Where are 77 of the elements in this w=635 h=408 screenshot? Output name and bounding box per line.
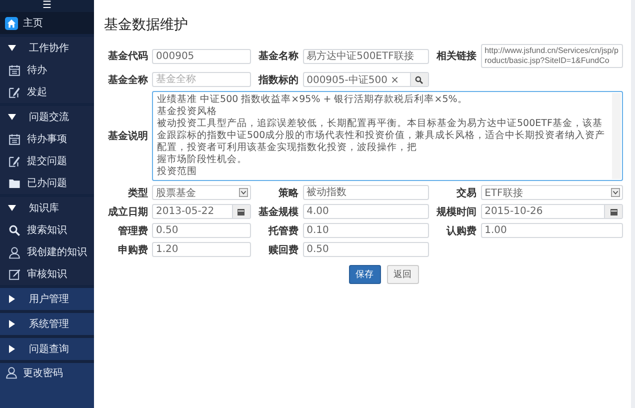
folder-icon (8, 176, 21, 190)
text-field[interactable]: http://www.jsfund.cn/Services/cn/jsp/product/basic.jsp?SiteID=1&FundCo (480, 44, 623, 68)
caret-down-icon (8, 204, 16, 212)
text-field[interactable]: 0.50 (152, 223, 251, 238)
calendar-icon (610, 208, 618, 216)
dropdown-icon (238, 188, 248, 197)
field-label: 托管费 (267, 224, 299, 238)
page-title: 基金数据维护 (104, 16, 189, 34)
field-label: 基金全称 (107, 74, 148, 86)
back-button[interactable]: 返回 (386, 265, 418, 284)
caret-down-icon (8, 113, 16, 121)
text-field[interactable]: 000905 (152, 48, 251, 64)
field-label: 赎回费 (268, 244, 299, 256)
sidebar-item[interactable]: 审核知识 (0, 263, 94, 285)
sidebar-item[interactable]: 待办事项 (0, 128, 94, 150)
search-icon (415, 76, 424, 84)
sidebar-item[interactable]: 搜索知识 (0, 219, 94, 241)
field-label: 类型 (127, 186, 148, 200)
field-label: 指数标的 (257, 74, 299, 86)
search-icon (8, 224, 21, 236)
calendar-icon (8, 132, 21, 146)
text-field[interactable]: 1.00 (480, 223, 623, 238)
sidebar-item[interactable]: 已办问题 (0, 172, 94, 194)
hand-pen-icon (8, 86, 21, 98)
text-area[interactable]: 业绩基准 中证500 指数收益率×95% + 银行活期存款税后利率×5%。 基金投资风格 被动投资工具型产品，追踪误差较低，长期配置再平衡。本目标基金为易方达中证500ETF基金，该基金跟踪标的指数中证500成分股的市场代表性和投资价值，兼具成长风格，适合中长期投资者纳入资产配置，投资者可利用该基金实现指数化投资，波段操作，把 握市场阶段性机会。 投资范围 (152, 91, 623, 181)
sidebar-item[interactable]: 发起 (0, 81, 94, 103)
caret-right-icon (8, 295, 16, 303)
sidebar-item[interactable]: 我创建的知识 (0, 241, 94, 263)
sidebar-section[interactable]: 系统管理 (0, 313, 94, 335)
user-icon (5, 366, 18, 379)
date-field[interactable]: 2013-05-22 (152, 204, 251, 219)
date-field[interactable]: 2015-10-26 (480, 204, 623, 219)
sidebar-section[interactable]: 问题交流 (0, 106, 94, 128)
field-label: 申购费 (117, 244, 148, 256)
text-field[interactable]: 0.10 (302, 223, 429, 238)
caret-down-icon (8, 44, 16, 52)
field-label: 基金规模 (258, 206, 299, 218)
search-button[interactable] (410, 73, 428, 86)
field-label: 交易 (456, 186, 477, 200)
sidebar-section[interactable]: 工作协作 (0, 37, 94, 59)
sidebar-section[interactable]: 问题查询 (0, 338, 94, 360)
text-field[interactable]: 1.20 (152, 242, 251, 257)
select-field[interactable]: 股票基金 (152, 185, 251, 200)
calendar-button[interactable] (604, 205, 622, 218)
text-field[interactable]: 0.50 (302, 242, 429, 257)
menu-button[interactable]: ☰ (0, 0, 94, 12)
field-label: 基金说明 (107, 130, 148, 143)
sidebar-item[interactable]: 主页 (0, 12, 94, 34)
sidebar-section[interactable]: 知识库 (0, 197, 94, 219)
edit-icon (8, 268, 21, 280)
save-button[interactable]: 保存 (348, 265, 380, 284)
text-field[interactable]: 被动指数 (302, 185, 429, 200)
caret-right-icon (8, 320, 16, 328)
user-icon (8, 246, 21, 258)
field-label: 相关链接 (435, 50, 477, 63)
calendar-icon (237, 208, 246, 216)
field-label: 规模时间 (436, 206, 477, 218)
sidebar-section[interactable]: 用户管理 (0, 288, 94, 310)
field-label: 基金代码 (107, 50, 148, 63)
calendar-button[interactable] (232, 205, 250, 218)
field-label: 成立日期 (107, 205, 148, 218)
select-field[interactable]: ETF联接 (480, 185, 623, 200)
sidebar-item[interactable]: 提交问题 (0, 150, 94, 172)
sidebar-item[interactable]: 待办 (0, 59, 94, 81)
home-icon (5, 16, 18, 30)
field-label: 管理费 (117, 224, 148, 238)
hand-pen-icon (8, 154, 21, 168)
field-label: 认购费 (445, 224, 477, 238)
text-field[interactable]: 4.00 (302, 204, 429, 219)
caret-right-icon (8, 345, 16, 353)
calendar-icon (8, 64, 21, 76)
field-label: 基金名称 (258, 50, 299, 63)
scrollbar[interactable] (612, 93, 621, 179)
search-field[interactable]: 000905-中证500 × (302, 72, 429, 87)
field-label: 策略 (278, 186, 299, 200)
text-field[interactable]: 易方达中证500ETF联接 (302, 48, 429, 64)
dropdown-icon (611, 188, 620, 197)
